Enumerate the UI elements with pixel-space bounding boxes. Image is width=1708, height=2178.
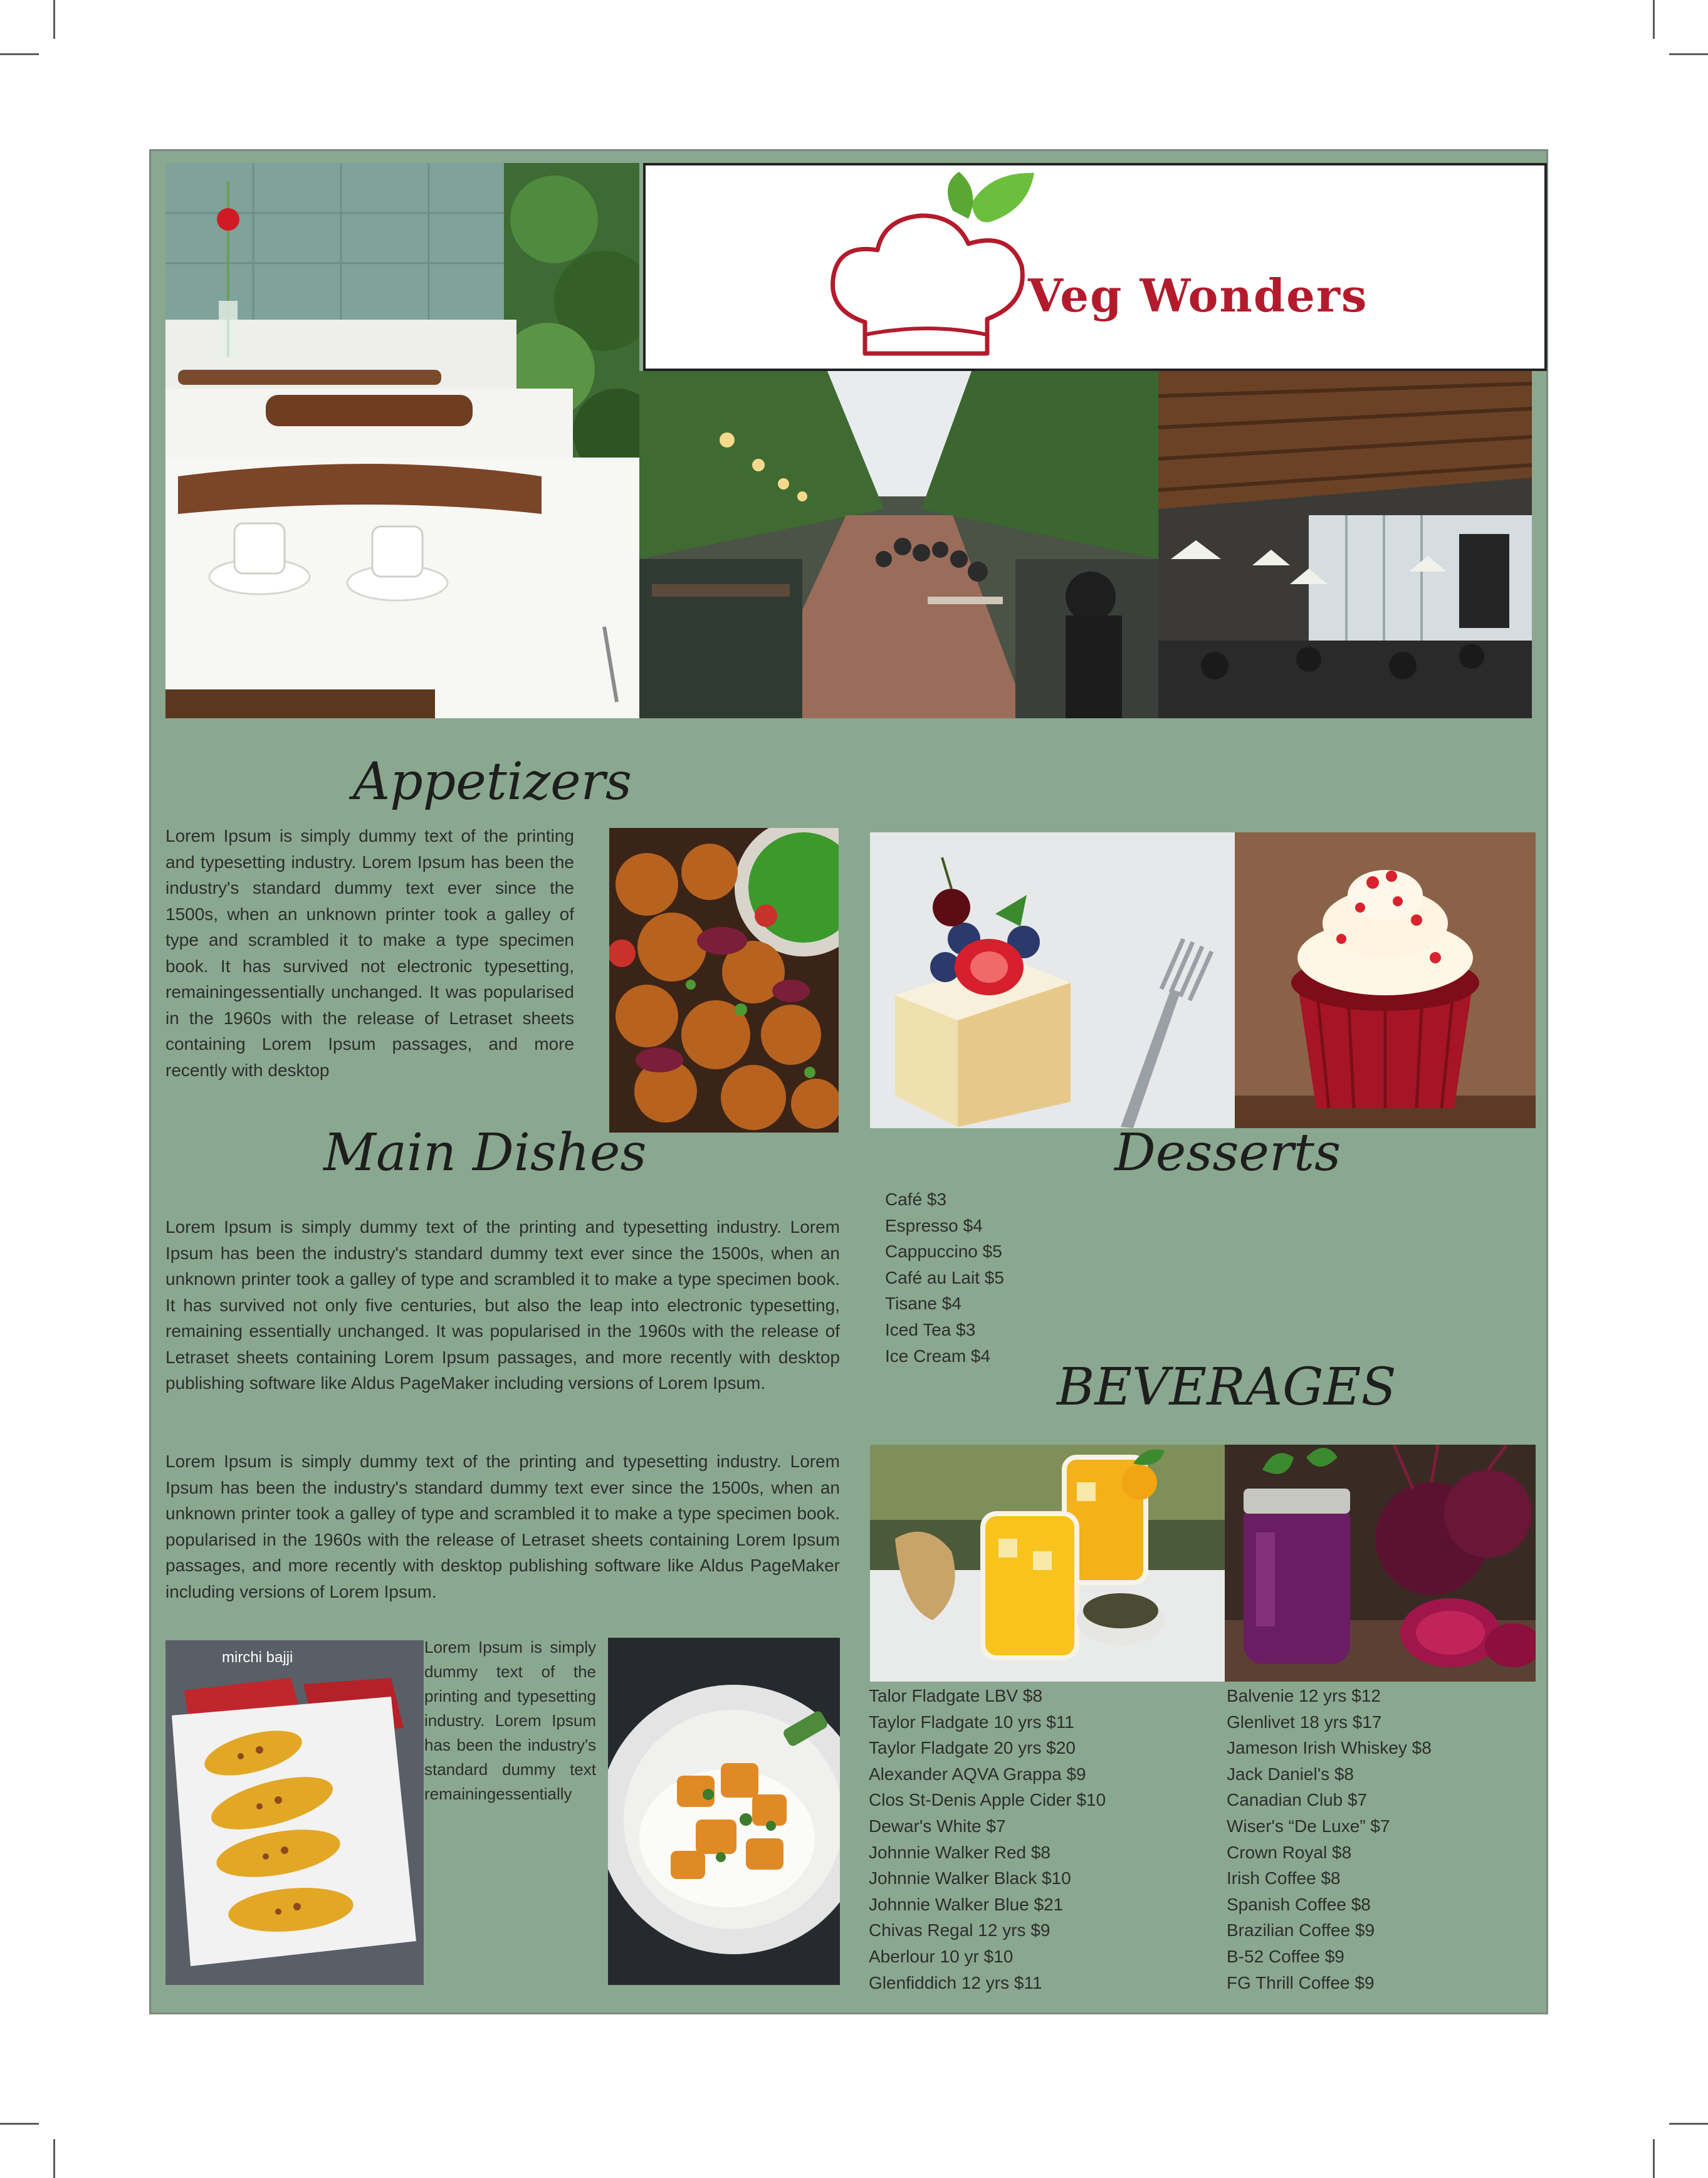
cupcake-photo	[1235, 832, 1536, 1128]
main-dishes-paragraph-1: Lorem Ipsum is simply dummy text of the …	[165, 1217, 840, 1393]
beverage-item: Talor Fladgate LBV $8	[869, 1686, 1043, 1705]
beverage-item: Glenlivet 18 yrs $17	[1227, 1712, 1382, 1732]
dessert-item: Cappuccino $5	[885, 1242, 1002, 1262]
dessert-item: Café au Lait $5	[885, 1267, 1004, 1287]
beverages-list-left: Talor Fladgate LBV $8 Taylor Fladgate 10 …	[869, 1683, 1106, 1996]
beverage-item: Wiser's “De Luxe” $7	[1227, 1816, 1390, 1836]
desserts-list: Café $3 Espresso $4 Cappuccino $5 Café au L…	[885, 1186, 1004, 1369]
beverages-list-right: Balvenie 12 yrs $12 Glenlivet 18 yrs $17 J…	[1227, 1683, 1432, 1996]
crop-mark	[0, 53, 39, 55]
industrial-cafe-photo	[1158, 371, 1532, 718]
beverage-item: Jameson Irish Whiskey $8	[1227, 1738, 1432, 1758]
beverage-item: Chivas Regal 12 yrs $9	[869, 1920, 1050, 1940]
crop-mark	[1653, 0, 1655, 39]
crop-mark	[1653, 2139, 1655, 2178]
beverage-item: Johnnie Walker Red $8	[869, 1842, 1051, 1862]
beverage-item: Johnnie Walker Blue $21	[869, 1894, 1064, 1914]
beverage-item: B-52 Coffee $9	[1227, 1946, 1344, 1966]
crop-mark	[53, 2139, 55, 2178]
beverage-item: Johnnie Walker Black $10	[869, 1868, 1071, 1888]
dessert-item: Tisane $4	[885, 1294, 961, 1314]
beverage-item: Taylor Fladgate 10 yrs $11	[869, 1712, 1074, 1732]
logo-banner: Veg Wonders	[643, 163, 1547, 371]
cheesecake-photo	[870, 832, 1235, 1128]
beverage-item: Spanish Coffee $8	[1227, 1894, 1371, 1914]
crop-mark	[1669, 53, 1708, 55]
curry-plate-photo	[608, 1638, 840, 1985]
crop-mark	[0, 2123, 39, 2125]
appetizers-title: Appetizers	[353, 752, 632, 812]
mirchi-bajji-photo: mirchi bajji	[165, 1640, 424, 1985]
dessert-item: Café $3	[885, 1190, 947, 1209]
beverage-item: Glenfiddich 12 yrs $11	[869, 1972, 1042, 1992]
dessert-item: Espresso $4	[885, 1215, 983, 1235]
photo-caption: mirchi bajji	[222, 1649, 293, 1666]
brand-name: Veg Wonders	[1028, 269, 1368, 322]
main-dishes-side-text: Lorem Ipsum is simply dummy text of the …	[424, 1638, 596, 1803]
crop-mark	[53, 0, 55, 39]
main-dishes-title: Main Dishes	[323, 1123, 647, 1183]
beverage-item: Canadian Club $7	[1227, 1790, 1368, 1810]
beverage-item: Clos St-Denis Apple Cider $10	[869, 1790, 1106, 1810]
street-cafe-photo	[639, 371, 1158, 718]
beverage-item: Aberlour 10 yr $10	[869, 1946, 1014, 1966]
dessert-item: Ice Cream $4	[885, 1346, 991, 1366]
beverage-item: FG Thrill Coffee $9	[1227, 1972, 1375, 1992]
beverage-item: Crown Royal $8	[1227, 1842, 1352, 1862]
crop-mark	[1669, 2123, 1708, 2125]
restaurant-tables-photo	[165, 163, 639, 718]
desserts-title: Desserts	[1114, 1123, 1341, 1183]
beverage-item: Balvenie 12 yrs $12	[1227, 1686, 1381, 1705]
citrus-drinks-photo	[870, 1445, 1225, 1682]
appetizers-description: Lorem Ipsum is simply dummy text of the …	[165, 826, 574, 1080]
appetizer-photo	[609, 828, 839, 1133]
beverage-item: Alexander AQVA Grappa $9	[869, 1764, 1086, 1784]
beverage-item: Dewar's White $7	[869, 1816, 1006, 1836]
beverage-item: Taylor Fladgate 20 yrs $20	[869, 1738, 1076, 1758]
beverages-title: BEVERAGES	[1057, 1358, 1396, 1417]
beet-juice-photo	[1225, 1445, 1536, 1682]
chef-hat-logo-icon	[830, 172, 1034, 356]
main-dishes-paragraph-2: Lorem Ipsum is simply dummy text of the …	[165, 1452, 840, 1601]
beverage-item: Jack Daniel's $8	[1227, 1764, 1354, 1784]
dessert-item: Iced Tea $3	[885, 1319, 976, 1339]
beverage-item: Irish Coffee $8	[1227, 1868, 1341, 1888]
beverage-item: Brazilian Coffee $9	[1227, 1920, 1375, 1940]
